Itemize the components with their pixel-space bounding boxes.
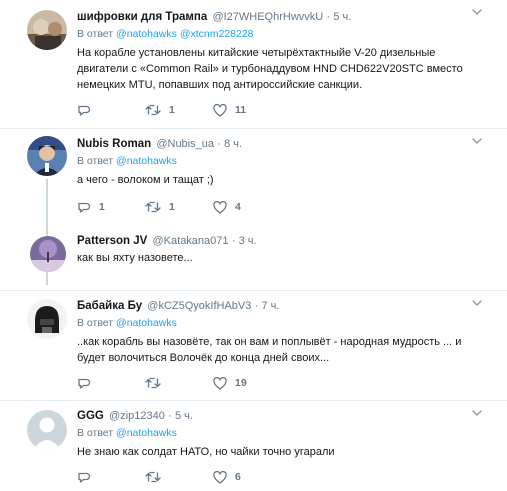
- tweet-actions: 6: [77, 470, 487, 484]
- display-name[interactable]: Nubis Roman: [77, 138, 151, 150]
- reply-button[interactable]: [77, 377, 145, 390]
- timestamp[interactable]: 5 ч.: [175, 410, 193, 422]
- tweet-actions: 1 11: [77, 103, 487, 117]
- display-name[interactable]: шифровки для Трампа: [77, 11, 207, 23]
- separator-dot: ·: [168, 410, 172, 422]
- reply-context: В ответ @natohawks: [77, 154, 487, 168]
- display-name[interactable]: Бабайка Бу: [77, 300, 142, 312]
- timestamp[interactable]: 5 ч.: [333, 11, 351, 23]
- avatar[interactable]: [27, 410, 67, 450]
- reply-count: 1: [99, 201, 105, 213]
- mention-link[interactable]: @natohawks: [116, 155, 177, 167]
- retweet-count: 1: [169, 104, 175, 116]
- tweet-header: Patterson JV @Katakana071 · 3 ч.: [77, 234, 487, 248]
- tweet[interactable]: шифровки для Трампа @I27WHEQhrHwvvkU · 5…: [0, 0, 507, 129]
- heart-icon: [213, 376, 227, 390]
- tweet-feed: шифровки для Трампа @I27WHEQhrHwvvkU · 5…: [0, 0, 507, 491]
- tweet-text: как вы яхту назовете...: [77, 252, 193, 264]
- reply-icon: [78, 472, 91, 483]
- retweet-icon: [145, 471, 161, 483]
- tweet-text: а чего - волоком и тащат ;): [77, 174, 214, 186]
- tweet-header: Бабайка Бу @kCZ5QyokIfHAbV3 · 7 ч.: [77, 299, 487, 313]
- retweet-button[interactable]: [145, 471, 213, 483]
- timestamp[interactable]: 7 ч.: [261, 300, 279, 312]
- tweet-header: Nubis Roman @Nubis_ua · 8 ч.: [77, 137, 487, 151]
- avatar[interactable]: [27, 299, 67, 339]
- heart-icon: [213, 200, 227, 214]
- retweet-icon: [145, 201, 161, 213]
- tweet[interactable]: Nubis Roman @Nubis_ua · 8 ч. В ответ @na…: [0, 129, 507, 224]
- reply-icon: [78, 378, 91, 389]
- like-button[interactable]: 19: [213, 376, 281, 390]
- tweet-text: На корабле установлены китайские четырёх…: [77, 47, 463, 91]
- tweet-text: ..как корабль вы назовёте, так он вам и …: [77, 336, 462, 364]
- reply-context: В ответ @natohawks: [77, 316, 487, 330]
- avatar[interactable]: [27, 10, 67, 50]
- like-count: 4: [235, 201, 241, 213]
- retweet-icon: [145, 377, 161, 389]
- mention-link[interactable]: @natohawks: [116, 427, 177, 439]
- user-handle[interactable]: @I27WHEQhrHwvvkU: [212, 11, 323, 23]
- reply-prefix: В ответ: [77, 155, 114, 167]
- tweet-header: шифровки для Трампа @I27WHEQhrHwvvkU · 5…: [77, 10, 487, 24]
- separator-dot: ·: [217, 138, 221, 150]
- user-handle[interactable]: @Nubis_ua: [156, 138, 214, 150]
- heart-icon: [213, 470, 227, 484]
- like-button[interactable]: 6: [213, 470, 281, 484]
- like-count: 6: [235, 471, 241, 483]
- tweet-actions: 1 1 4: [77, 200, 487, 214]
- separator-dot: ·: [326, 11, 331, 23]
- conversation-thread: Nubis Roman @Nubis_ua · 8 ч. В ответ @na…: [0, 129, 507, 291]
- separator-dot: ·: [254, 300, 259, 312]
- retweet-icon: [145, 104, 161, 116]
- reply-button[interactable]: 1: [77, 201, 145, 214]
- like-count: 19: [235, 377, 247, 389]
- chevron-down-icon[interactable]: [471, 135, 483, 147]
- reply-icon: [78, 105, 91, 116]
- user-handle[interactable]: @kCZ5QyokIfHAbV3: [147, 300, 251, 312]
- reply-prefix: В ответ: [77, 427, 114, 439]
- reply-icon: [78, 202, 91, 213]
- mention-link[interactable]: @xtcnm228228: [180, 28, 254, 40]
- retweet-button[interactable]: 1: [145, 104, 213, 116]
- mention-link[interactable]: @natohawks: [116, 317, 177, 329]
- timestamp[interactable]: 8 ч.: [224, 138, 242, 150]
- reply-prefix: В ответ: [77, 28, 114, 40]
- mention-link[interactable]: @natohawks: [116, 28, 177, 40]
- chevron-down-icon[interactable]: [471, 407, 483, 419]
- avatar[interactable]: [30, 236, 66, 272]
- user-handle[interactable]: @Katakana071: [153, 235, 229, 247]
- reply-context: В ответ @natohawks @xtcnm228228: [77, 27, 487, 41]
- like-count: 11: [235, 104, 247, 116]
- reply-button[interactable]: [77, 471, 145, 484]
- tweet[interactable]: Бабайка Бу @kCZ5QyokIfHAbV3 · 7 ч. В отв…: [0, 291, 507, 401]
- retweet-button[interactable]: [145, 377, 213, 389]
- reply-button[interactable]: [77, 104, 145, 117]
- tweet[interactable]: Patterson JV @Katakana071 · 3 ч. как вы …: [0, 224, 507, 291]
- reply-prefix: В ответ: [77, 317, 114, 329]
- avatar[interactable]: [27, 136, 67, 176]
- retweet-button[interactable]: 1: [145, 201, 213, 213]
- like-button[interactable]: 11: [213, 103, 281, 117]
- separator-dot: ·: [231, 235, 236, 247]
- timestamp[interactable]: 3 ч.: [239, 235, 257, 247]
- tweet-header: GGG @zip12340 · 5 ч.: [77, 409, 487, 423]
- like-button[interactable]: 4: [213, 200, 281, 214]
- chevron-down-icon[interactable]: [471, 297, 483, 309]
- tweet[interactable]: GGG @zip12340 · 5 ч. В ответ @natohawks …: [0, 401, 507, 491]
- reply-context: В ответ @natohawks: [77, 426, 487, 440]
- display-name[interactable]: Patterson JV: [77, 235, 147, 247]
- heart-icon: [213, 103, 227, 117]
- chevron-down-icon[interactable]: [471, 6, 483, 18]
- tweet-actions: 19: [77, 376, 487, 390]
- retweet-count: 1: [169, 201, 175, 213]
- user-handle[interactable]: @zip12340: [109, 410, 165, 422]
- display-name[interactable]: GGG: [77, 410, 104, 422]
- tweet-text: Не знаю как солдат НАТО, но чайки точно …: [77, 446, 335, 458]
